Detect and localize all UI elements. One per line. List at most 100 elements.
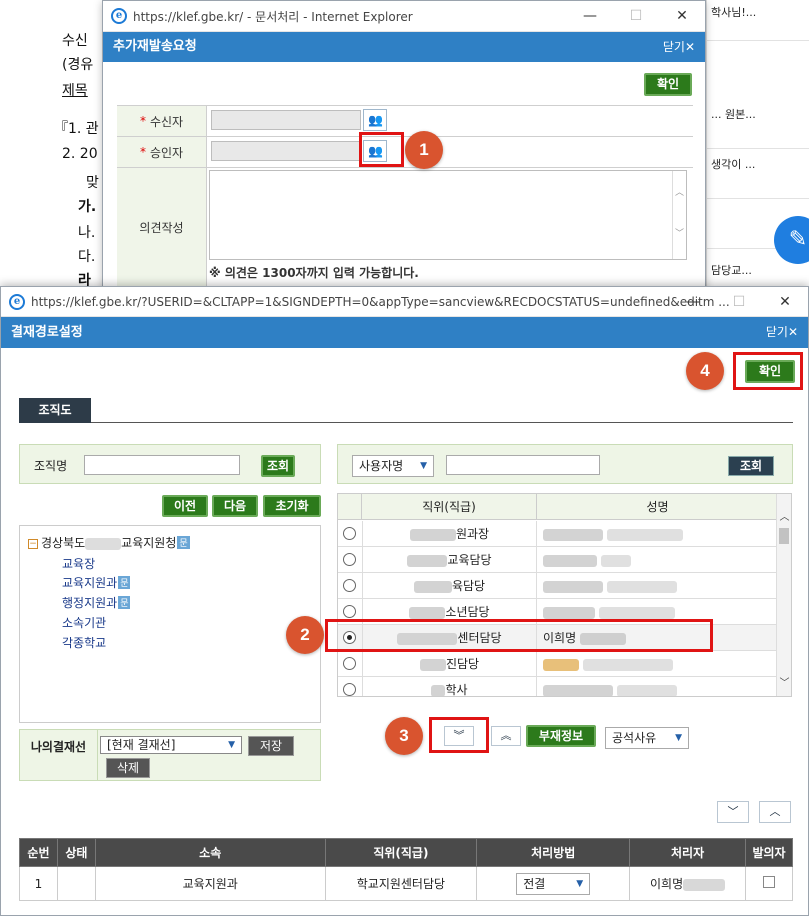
table-row[interactable]: 원과장 — [338, 521, 778, 547]
window-url: https://klef.gbe.kr/ - 문서처리 - Internet E… — [133, 9, 413, 24]
move-up-button[interactable]: ︿ — [759, 801, 791, 823]
tree-item[interactable]: 각종학교 — [62, 634, 106, 651]
user-grid: 직위(직급) 성명 원과장 교육담당 육담당 소년담당 센터담당 이희명 진담당… — [337, 493, 792, 697]
side-list-item: 학사님!... — [711, 6, 757, 19]
delete-line-button[interactable]: 삭제 — [106, 758, 150, 778]
cell-position: 학교지원센터담당 — [324, 866, 478, 901]
tab-org-chart[interactable]: 조직도 — [19, 398, 91, 423]
col-header: 상태 — [56, 838, 96, 867]
next-button[interactable]: 다음 — [212, 495, 258, 517]
maximize-button[interactable]: ☐ — [716, 287, 762, 318]
row-radio[interactable] — [343, 605, 356, 618]
dialog-title: 추가재발송요청 — [113, 39, 197, 54]
dropdown-arrow-icon: ▼ — [420, 461, 427, 471]
doc-line: 수신 — [62, 33, 88, 49]
recipient-picker-button[interactable]: 👥 — [363, 109, 387, 131]
user-search-button[interactable]: 조회 — [728, 456, 774, 476]
chevron-up-icon: ︿ — [779, 512, 790, 523]
dialog-title: 결재경로설정 — [11, 325, 83, 340]
col-header: 순번 — [19, 838, 58, 867]
row-radio[interactable] — [343, 553, 356, 566]
absence-info-button[interactable]: 부재정보 — [526, 725, 596, 747]
row-radio[interactable] — [343, 657, 356, 670]
tree-root[interactable]: − 경상북도 교육지원청 문 — [28, 534, 190, 551]
dialog-title-bar: 추가재발송요청 닫기✕ — [103, 32, 705, 62]
resend-form: * 수신자 👥 * 승인자 👥 의견작성 ︿ ﹀ ※ 의견은 1300자까지 입력 가… — [117, 105, 693, 288]
tab-bar: 조직도 — [19, 398, 793, 423]
highlight-box-approver — [359, 132, 404, 167]
col-header: 처리방법 — [476, 838, 631, 867]
grid-header: 직위(직급) 성명 — [338, 494, 778, 520]
doc-line: 2. 20 — [62, 146, 98, 162]
doc-line: 나. — [78, 225, 96, 241]
people-icon: 👥 — [368, 113, 383, 127]
table-row[interactable]: 육담당 — [338, 573, 778, 599]
cell-no: 1 — [19, 866, 58, 901]
dropdown-arrow-icon: ▼ — [675, 733, 682, 743]
close-icon: ✕ — [684, 40, 695, 54]
doc-badge-icon: 문 — [177, 536, 190, 549]
table-row[interactable]: 진담당 — [338, 651, 778, 677]
my-line-select[interactable]: [현재 결재선] ▼ — [100, 736, 242, 754]
approver-field[interactable] — [211, 141, 361, 161]
callout-4: 4 — [686, 352, 724, 390]
tree-item[interactable]: 행정지원과 문 — [62, 594, 131, 611]
org-search-button[interactable]: 조회 — [261, 455, 295, 477]
side-list-item: 생각이 ... — [711, 158, 756, 171]
cell-status — [56, 866, 96, 901]
maximize-button[interactable]: ☐ — [613, 1, 659, 32]
collapse-icon[interactable]: − — [28, 539, 38, 549]
dialog-close-button[interactable]: 닫기✕ — [663, 32, 695, 62]
org-name-label: 조직명 — [34, 459, 68, 473]
doc-line: 맞 — [86, 175, 99, 191]
window-controls: — ☐ ✕ — [670, 287, 808, 318]
doc-line: 가. — [78, 199, 97, 215]
row-radio[interactable] — [343, 683, 356, 696]
user-search-input[interactable] — [446, 455, 600, 475]
my-line-label: 나의결재선 — [20, 730, 98, 780]
method-select[interactable]: 전결 ▼ — [516, 872, 591, 895]
dialog-close-button[interactable]: 닫기✕ — [766, 317, 798, 348]
minimize-button[interactable]: — — [670, 287, 716, 318]
recipient-field[interactable] — [211, 110, 361, 130]
user-field-select[interactable]: 사용자명 ▼ — [352, 455, 434, 477]
tree-item[interactable]: 소속기관 — [62, 614, 106, 631]
highlight-box-selected-row — [325, 619, 713, 652]
tree-item[interactable]: 교육장 — [62, 555, 95, 572]
ie-logo-icon: e — [111, 8, 127, 24]
grid-scrollbar[interactable]: ︿ ﹀ — [776, 494, 791, 696]
textarea-scrollbar[interactable]: ︿ ﹀ — [672, 171, 686, 259]
my-approval-line-panel: 나의결재선 [현재 결재선] ▼ 저장 삭제 — [19, 729, 321, 781]
row-radio[interactable] — [343, 579, 356, 592]
row-radio[interactable] — [343, 527, 356, 540]
move-down-button[interactable]: ﹀ — [717, 801, 749, 823]
window-controls: — ☐ ✕ — [567, 1, 705, 32]
initiator-checkbox[interactable] — [763, 876, 775, 888]
vacancy-reason-select[interactable]: 공석사유 ▼ — [605, 727, 689, 749]
approver-label: * 승인자 — [117, 137, 207, 167]
callout-3: 3 — [385, 717, 423, 755]
remove-from-line-button[interactable]: ︽ — [491, 726, 521, 746]
org-name-input[interactable] — [84, 455, 240, 475]
opinion-note: ※ 의견은 1300자까지 입력 가능합니다. — [209, 266, 419, 280]
minimize-button[interactable]: — — [567, 1, 613, 32]
reset-button[interactable]: 초기화 — [263, 495, 321, 517]
side-list-item: 담당교... — [711, 264, 752, 277]
window-close-button[interactable]: ✕ — [659, 1, 705, 32]
callout-2: 2 — [286, 616, 324, 654]
doc-line: 제목 — [62, 83, 88, 99]
col-header: 발의자 — [745, 838, 793, 867]
chevron-up-icon: ︿ — [769, 805, 781, 818]
doc-badge-icon: 문 — [118, 576, 131, 589]
table-row[interactable]: 교육담당 — [338, 547, 778, 573]
prev-button[interactable]: 이전 — [162, 495, 208, 517]
doc-line: (경유 — [62, 57, 94, 73]
confirm-button[interactable]: 확인 — [644, 73, 692, 96]
window-close-button[interactable]: ✕ — [762, 287, 808, 318]
approval-table-header: 순번 상태 소속 직위(직급) 처리방법 처리자 발의자 — [19, 838, 793, 867]
table-row[interactable]: 1 교육지원과 학교지원센터담당 전결 ▼ 이희명 — [19, 866, 793, 901]
opinion-textarea[interactable]: ︿ ﹀ — [209, 170, 687, 260]
table-row[interactable]: 학사 — [338, 677, 778, 696]
tree-item[interactable]: 교육지원과 문 — [62, 574, 131, 591]
save-line-button[interactable]: 저장 — [248, 736, 294, 756]
